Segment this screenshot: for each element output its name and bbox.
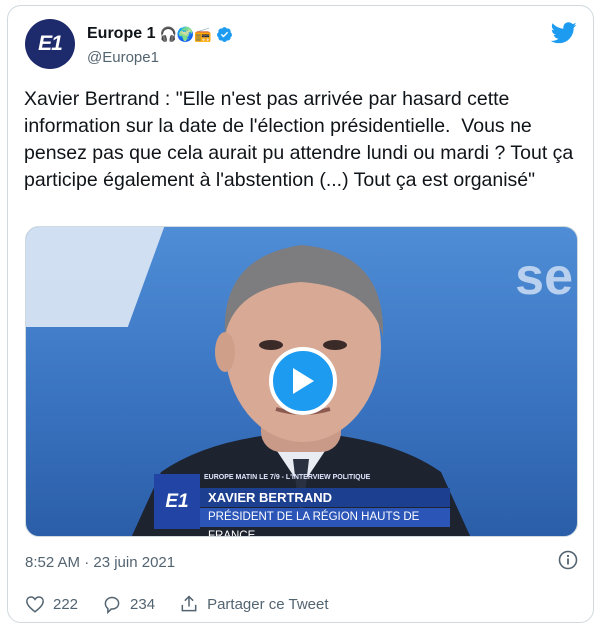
lower-third-caption: E1 EUROPE MATIN LE 7/9 - L'INTERVIEW POL… bbox=[154, 474, 450, 536]
meta-row: 8:52 AM · 23 juin 2021 bbox=[25, 550, 578, 575]
verified-badge-icon bbox=[216, 26, 233, 43]
reply-button[interactable]: 234 bbox=[102, 595, 155, 614]
tweet-card: E1 Europe 1 🎧🌍📻 @Europe1 Xavier Bertrand… bbox=[7, 5, 594, 623]
share-button[interactable]: Partager ce Tweet bbox=[179, 594, 329, 614]
broadcaster-logo: E1 bbox=[154, 474, 200, 529]
heart-icon bbox=[26, 596, 44, 613]
show-line: EUROPE MATIN LE 7/9 - L'INTERVIEW POLITI… bbox=[204, 474, 371, 481]
account-handle[interactable]: @Europe1 bbox=[87, 49, 159, 66]
guest-name: XAVIER BERTRAND bbox=[200, 488, 450, 507]
tweet-text: Xavier Bertrand : "Elle n'est pas arrivé… bbox=[24, 88, 579, 191]
like-count: 222 bbox=[53, 595, 79, 613]
avatar-logo-text: E1 bbox=[38, 32, 63, 55]
avatar[interactable]: E1 bbox=[25, 19, 75, 69]
action-bar: 222 234 Partager ce Tweet bbox=[25, 594, 353, 614]
broadcaster-logo-text: E1 bbox=[165, 490, 189, 512]
twitter-bird-icon[interactable] bbox=[550, 22, 577, 49]
play-button[interactable] bbox=[269, 347, 337, 415]
guest-title: PRÉSIDENT DE LA RÉGION HAUTS DE FRANCE bbox=[200, 508, 450, 536]
name-emojis: 🎧🌍📻 bbox=[159, 26, 212, 42]
timestamp[interactable]: 8:52 AM · 23 juin 2021 bbox=[25, 554, 175, 571]
play-icon bbox=[293, 368, 314, 394]
display-name[interactable]: Europe 1 bbox=[87, 25, 155, 43]
name-row: Europe 1 🎧🌍📻 bbox=[87, 25, 233, 43]
reply-count: 234 bbox=[130, 595, 156, 613]
info-icon[interactable] bbox=[558, 550, 578, 575]
video-player[interactable]: se E1 EUROPE MATIN LE 7/9 - L'INTERVIEW … bbox=[25, 226, 578, 537]
like-button[interactable]: 222 bbox=[25, 595, 78, 613]
reply-icon bbox=[104, 596, 120, 614]
background-sign-text: se bbox=[515, 248, 573, 306]
share-label: Partager ce Tweet bbox=[207, 595, 329, 613]
share-icon bbox=[181, 595, 197, 612]
